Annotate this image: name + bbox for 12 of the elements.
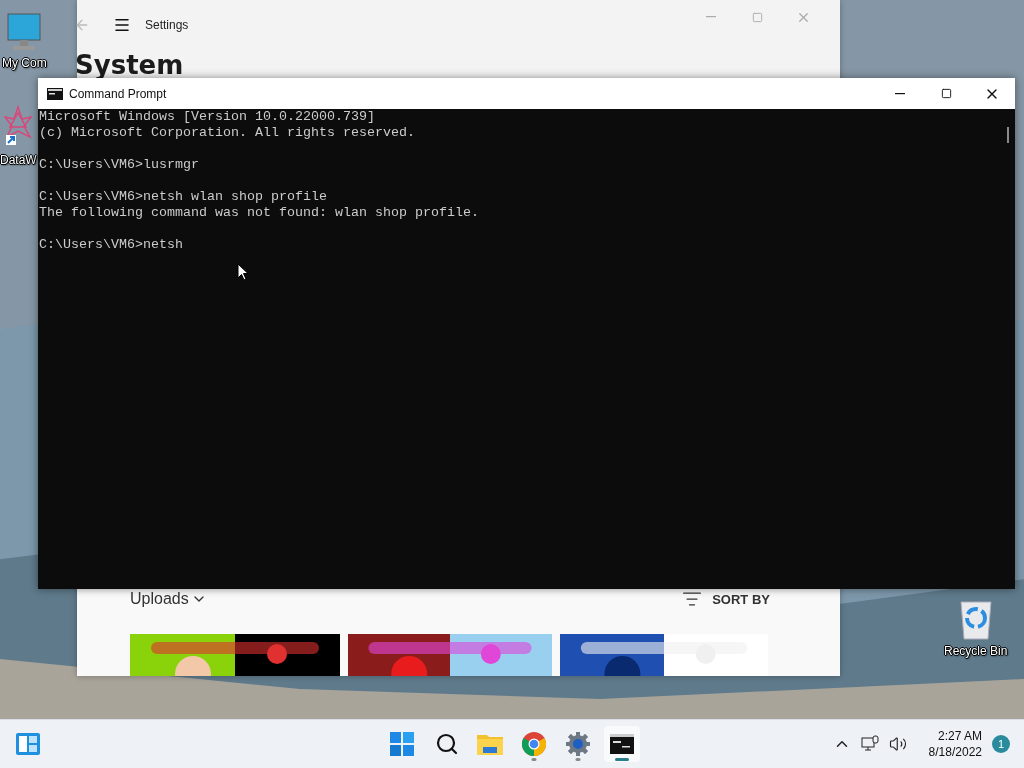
folder-icon — [477, 733, 503, 755]
chrome-icon — [522, 732, 546, 756]
taskbar-app[interactable] — [604, 726, 640, 762]
volume-icon — [888, 735, 907, 753]
network-icon — [860, 735, 879, 753]
clock[interactable]: 2:27 AM 8/18/2022 — [928, 728, 982, 760]
search-icon — [435, 732, 459, 756]
notification-badge[interactable]: 1 — [992, 735, 1010, 753]
terminal-icon — [610, 734, 634, 754]
widgets-icon — [16, 733, 40, 755]
windows-logo-icon — [390, 732, 414, 756]
gear-icon — [566, 732, 590, 756]
